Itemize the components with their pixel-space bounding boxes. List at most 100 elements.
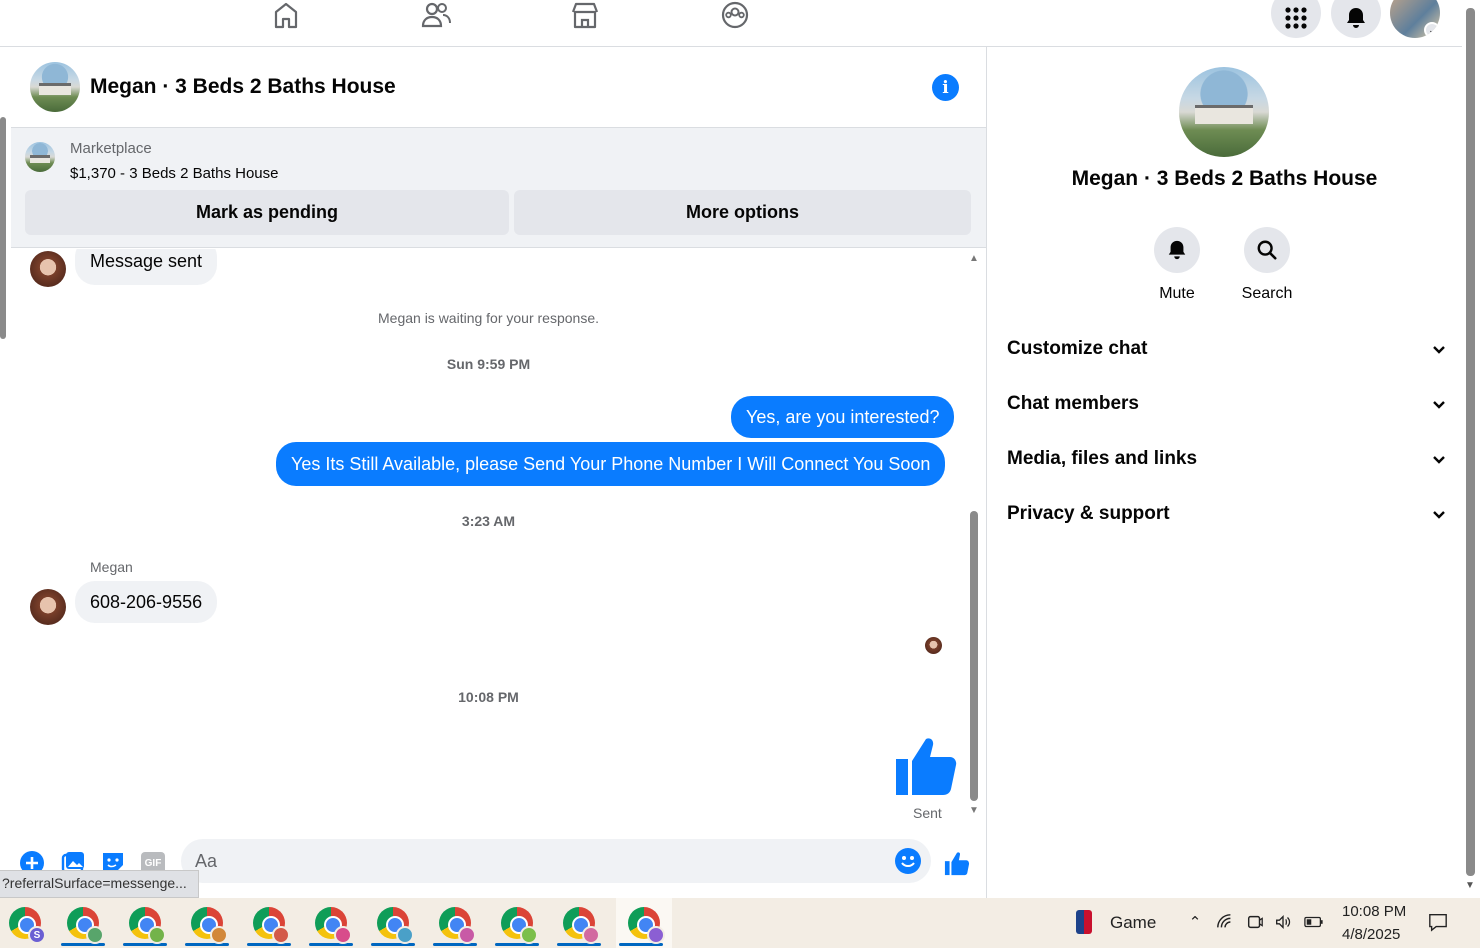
search-icon[interactable] bbox=[1244, 227, 1290, 273]
message-list: Message sent Megan is waiting for your r… bbox=[11, 249, 971, 839]
message-input[interactable] bbox=[195, 839, 875, 883]
profile-badge-icon bbox=[582, 926, 600, 944]
home-icon[interactable] bbox=[266, 0, 306, 30]
chrome-taskbar-button[interactable] bbox=[616, 898, 672, 948]
chrome-taskbar-button[interactable] bbox=[306, 898, 356, 948]
game-widget-label[interactable]: Game bbox=[1110, 913, 1156, 933]
chevron-down-icon bbox=[1433, 401, 1445, 409]
chat-title[interactable]: Megan · 3 Beds 2 Baths House bbox=[90, 75, 396, 99]
chrome-icon bbox=[315, 907, 352, 944]
profile-badge-icon bbox=[210, 926, 228, 944]
info-panel-title: Megan · 3 Beds 2 Baths House bbox=[1071, 167, 1378, 190]
conversation-photo[interactable] bbox=[1179, 67, 1269, 157]
chrome-taskbar-button[interactable] bbox=[554, 898, 604, 948]
chevron-up-icon[interactable]: ⌃ bbox=[1185, 912, 1205, 932]
chrome-taskbar-button[interactable] bbox=[58, 898, 108, 948]
like-icon[interactable] bbox=[944, 850, 970, 876]
chevron-down-icon bbox=[1433, 456, 1445, 464]
privacy-support-section[interactable]: Privacy & support bbox=[1007, 494, 1447, 534]
more-options-button[interactable]: More options bbox=[514, 190, 971, 235]
info-icon[interactable]: i bbox=[932, 74, 959, 101]
chevron-down-icon[interactable]: ⌄ bbox=[1424, 22, 1440, 38]
left-scroll-strip bbox=[0, 47, 11, 898]
nba-icon[interactable] bbox=[1076, 910, 1092, 934]
message-bubble-outgoing: Yes, are you interested? bbox=[731, 396, 955, 438]
groups-icon[interactable] bbox=[715, 0, 755, 30]
chrome-icon bbox=[563, 907, 600, 944]
section-label: Privacy & support bbox=[1007, 503, 1170, 524]
scroll-down-arrow-icon[interactable]: ▼ bbox=[969, 805, 979, 816]
message-bubble-outgoing: Yes Its Still Available, please Send You… bbox=[276, 442, 946, 486]
emoji-icon[interactable] bbox=[895, 848, 921, 874]
profile-badge-icon bbox=[86, 926, 104, 944]
customize-chat-section[interactable]: Customize chat bbox=[1007, 329, 1447, 369]
clock-date[interactable]: 4/8/2025 bbox=[1342, 926, 1400, 943]
chrome-icon: S bbox=[9, 907, 46, 944]
chrome-icon bbox=[129, 907, 166, 944]
profile-badge-icon bbox=[520, 926, 538, 944]
running-indicator bbox=[185, 943, 229, 946]
running-indicator bbox=[371, 943, 415, 946]
scroll-up-arrow-icon[interactable]: ▲ bbox=[969, 253, 979, 264]
clock-time[interactable]: 10:08 PM bbox=[1342, 903, 1406, 920]
listing-title[interactable]: $1,370 - 3 Beds 2 Baths House bbox=[70, 165, 278, 182]
chrome-icon bbox=[253, 907, 290, 944]
notifications-bell-icon[interactable] bbox=[1331, 0, 1381, 38]
conversation-avatar[interactable] bbox=[30, 62, 80, 112]
left-scrollbar-thumb[interactable] bbox=[0, 117, 6, 339]
profile-badge-icon bbox=[334, 926, 352, 944]
timestamp: 10:08 PM bbox=[458, 689, 519, 705]
chat-scrollbar[interactable]: ▲ ▼ bbox=[969, 249, 983, 829]
running-indicator bbox=[247, 943, 291, 946]
marketplace-icon[interactable] bbox=[565, 0, 605, 30]
friends-icon[interactable] bbox=[416, 0, 456, 30]
chrome-icon bbox=[191, 907, 228, 944]
sender-avatar[interactable] bbox=[30, 251, 66, 287]
message-bubble-incoming: 608-206-9556 bbox=[75, 581, 218, 623]
chat-header: Megan · 3 Beds 2 Baths House i bbox=[11, 47, 986, 128]
browser-scrollbar-thumb[interactable] bbox=[1466, 8, 1475, 876]
mark-as-pending-button[interactable]: Mark as pending bbox=[25, 190, 509, 235]
bell-icon[interactable] bbox=[1154, 227, 1200, 273]
search-button[interactable]: Search bbox=[1227, 227, 1307, 303]
chrome-taskbar-button[interactable] bbox=[430, 898, 480, 948]
timestamp: 3:23 AM bbox=[461, 513, 516, 529]
chrome-taskbar-button[interactable] bbox=[492, 898, 542, 948]
sender-avatar[interactable] bbox=[30, 589, 66, 625]
running-indicator bbox=[557, 943, 601, 946]
media-files-links-section[interactable]: Media, files and links bbox=[1007, 439, 1447, 479]
chat-members-section[interactable]: Chat members bbox=[1007, 384, 1447, 424]
wifi-icon[interactable] bbox=[1215, 912, 1235, 932]
chrome-taskbar-button[interactable] bbox=[182, 898, 232, 948]
profile-badge-icon bbox=[272, 926, 290, 944]
chrome-taskbar-button[interactable] bbox=[368, 898, 418, 948]
profile-avatar[interactable]: ⌄ bbox=[1390, 0, 1440, 38]
scroll-down-arrow-icon[interactable]: ▼ bbox=[1465, 880, 1475, 891]
thumbs-up-icon bbox=[894, 733, 958, 797]
mute-button[interactable]: Mute bbox=[1137, 227, 1217, 303]
chrome-taskbar-button[interactable] bbox=[244, 898, 294, 948]
section-label: Chat members bbox=[1007, 393, 1139, 414]
sender-name: Megan bbox=[90, 559, 133, 575]
browser-scrollbar[interactable]: ▼ bbox=[1462, 0, 1480, 898]
chrome-taskbar-button[interactable]: S bbox=[0, 898, 50, 948]
speaker-icon[interactable] bbox=[1273, 912, 1293, 932]
chrome-taskbar-button[interactable] bbox=[120, 898, 170, 948]
notification-center-icon[interactable] bbox=[1428, 912, 1448, 932]
seen-receipt-avatar bbox=[925, 637, 942, 654]
chat-scrollbar-thumb[interactable] bbox=[970, 511, 978, 801]
message-bubble-incoming: Message sent bbox=[75, 249, 218, 285]
mute-label: Mute bbox=[1159, 285, 1195, 302]
chat-panel: Megan · 3 Beds 2 Baths House i Marketpla… bbox=[11, 47, 987, 898]
listing-thumbnail[interactable] bbox=[25, 142, 55, 172]
marketplace-banner: Marketplace $1,370 - 3 Beds 2 Baths Hous… bbox=[11, 128, 986, 248]
battery-icon[interactable] bbox=[1304, 912, 1324, 932]
profile-badge-icon bbox=[148, 926, 166, 944]
running-indicator bbox=[61, 943, 105, 946]
camera-icon[interactable] bbox=[1245, 912, 1265, 932]
chrome-icon bbox=[377, 907, 414, 944]
chrome-icon bbox=[67, 907, 104, 944]
profile-badge-icon: S bbox=[28, 926, 46, 944]
profile-badge-icon bbox=[647, 926, 665, 944]
menu-grid-icon[interactable] bbox=[1271, 0, 1321, 38]
